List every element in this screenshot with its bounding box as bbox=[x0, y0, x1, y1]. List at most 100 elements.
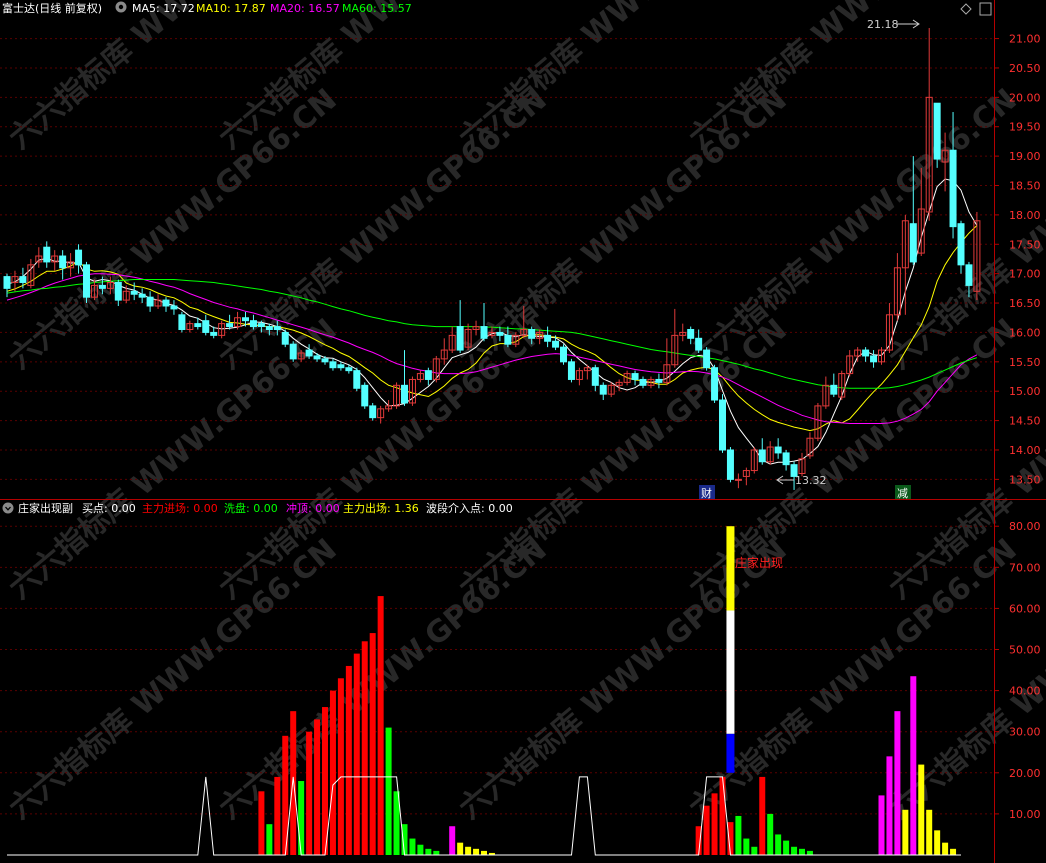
indicator-bar bbox=[878, 795, 885, 855]
cai-marker[interactable]: 财 bbox=[699, 485, 715, 500]
indicator-bar bbox=[481, 850, 487, 855]
candle-down bbox=[933, 102, 941, 160]
candle-down bbox=[496, 331, 504, 336]
candle-down bbox=[194, 323, 202, 328]
indicator-bar bbox=[799, 848, 805, 855]
candle-down bbox=[130, 290, 138, 295]
buy-legend: 买点: 0.00 bbox=[82, 502, 136, 515]
jian-marker[interactable]: 减 bbox=[895, 485, 911, 500]
indicator-bar bbox=[425, 848, 432, 855]
candle-down bbox=[162, 299, 170, 307]
candle-down bbox=[329, 361, 337, 369]
indicator-bar bbox=[409, 838, 416, 855]
price-tick-label: 14.50 bbox=[1009, 415, 1041, 428]
chart-canvas: 六六指标库 WWW.GP66.CN六六指标库 WWW.GP66.CN六六指标库 … bbox=[0, 0, 1046, 863]
candle-down bbox=[480, 326, 488, 339]
candle-down bbox=[782, 452, 790, 466]
svg-text:减: 减 bbox=[897, 487, 908, 500]
stack-segment bbox=[726, 526, 735, 611]
price-tick-label: 15.50 bbox=[1009, 356, 1041, 369]
candle-down bbox=[591, 367, 599, 386]
high-label: 21.18 bbox=[867, 18, 899, 31]
candle-down bbox=[83, 264, 90, 298]
candle-down bbox=[75, 249, 83, 266]
candle-down bbox=[560, 346, 567, 363]
indicator-bar bbox=[910, 676, 917, 855]
indicator-bar bbox=[473, 848, 480, 855]
collapse-icon[interactable] bbox=[2, 502, 14, 514]
candle-down bbox=[337, 364, 345, 369]
candle-down bbox=[345, 367, 353, 372]
indicator-bar bbox=[783, 840, 790, 855]
price-tick-label: 20.00 bbox=[1009, 91, 1041, 104]
indicator-bar bbox=[711, 793, 718, 855]
candle-down bbox=[567, 361, 575, 380]
price-tick-label: 16.00 bbox=[1009, 326, 1041, 339]
indicator-bar bbox=[926, 809, 933, 855]
price-tick-label: 16.50 bbox=[1009, 297, 1041, 310]
indicator-bar bbox=[353, 653, 360, 855]
candle-down bbox=[178, 314, 186, 330]
candle-down bbox=[957, 223, 965, 266]
indicator-bar bbox=[759, 776, 766, 855]
indicator-tick-label: 40.00 bbox=[1009, 685, 1041, 698]
candle-down bbox=[687, 328, 695, 339]
candle-down bbox=[242, 317, 249, 322]
indicator-bar bbox=[274, 776, 281, 855]
candle-down bbox=[456, 326, 464, 351]
wash-legend: 洗盘: 0.00 bbox=[224, 501, 278, 515]
low-label: 13.32 bbox=[795, 474, 827, 487]
indicator-bar bbox=[361, 641, 368, 855]
candle-down bbox=[305, 349, 313, 357]
candle-down bbox=[210, 331, 218, 336]
candle-down bbox=[353, 370, 361, 389]
indicator-bar bbox=[266, 824, 273, 855]
indicator-bar bbox=[417, 844, 424, 855]
ma20-legend: MA20: 16.57 bbox=[270, 2, 340, 15]
candle-down bbox=[249, 320, 257, 328]
candle-down bbox=[321, 358, 329, 363]
zhuang-label: 庄家出现 bbox=[735, 555, 783, 570]
candle-down bbox=[703, 349, 711, 369]
candle-down bbox=[758, 449, 766, 463]
ma10-legend: MA10: 17.87 bbox=[196, 2, 266, 15]
indicator-bar bbox=[886, 756, 893, 855]
indicator-tick-label: 60.00 bbox=[1009, 602, 1041, 615]
candle-down bbox=[369, 405, 377, 419]
candle-down bbox=[43, 246, 51, 263]
price-tick-label: 13.50 bbox=[1009, 473, 1041, 486]
indicator-bar bbox=[950, 848, 957, 855]
candle-down bbox=[909, 223, 917, 263]
candle-down bbox=[273, 326, 281, 330]
candle-down bbox=[711, 367, 719, 401]
candle-down bbox=[3, 276, 11, 289]
indicator-bar bbox=[449, 826, 456, 855]
indicator-bar bbox=[703, 805, 710, 855]
indicator-bar bbox=[743, 838, 750, 855]
indicator-bar bbox=[314, 719, 321, 855]
candle-down bbox=[146, 296, 154, 307]
candle-down bbox=[544, 334, 552, 342]
candle-down bbox=[870, 355, 878, 363]
candle-down bbox=[830, 384, 838, 395]
indicator-tick-label: 10.00 bbox=[1009, 808, 1041, 821]
candle-down bbox=[313, 355, 321, 360]
indicator-bar bbox=[306, 731, 313, 855]
candle-down bbox=[655, 378, 663, 383]
indicator-bar bbox=[345, 665, 352, 855]
indicator-tick-label: 20.00 bbox=[1009, 767, 1041, 780]
rush-legend: 冲顶: 0.00 bbox=[286, 501, 340, 515]
settings-icon[interactable] bbox=[115, 1, 127, 13]
main-out-legend: 主力出场: 1.36 bbox=[343, 501, 419, 515]
price-tick-label: 17.50 bbox=[1009, 238, 1041, 251]
candle-down bbox=[949, 149, 957, 228]
candle-down bbox=[281, 331, 289, 345]
indicator-bar bbox=[385, 727, 392, 855]
indicator-bar bbox=[767, 813, 774, 855]
indicator-bar bbox=[457, 842, 464, 855]
candle-down bbox=[719, 399, 726, 451]
indicator-tick-label: 30.00 bbox=[1009, 726, 1041, 739]
candle-down bbox=[265, 326, 273, 330]
price-tick-label: 19.50 bbox=[1009, 121, 1041, 134]
indicator-bar bbox=[290, 711, 297, 855]
